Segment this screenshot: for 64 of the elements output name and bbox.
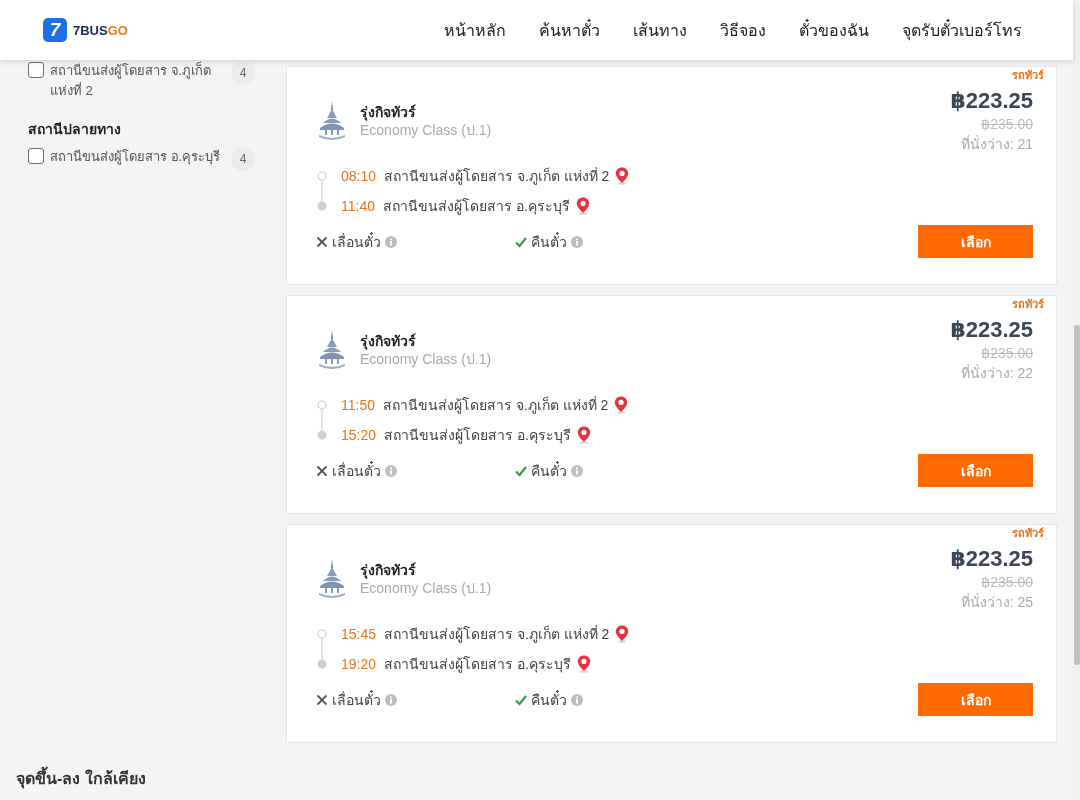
info-icon[interactable] (385, 464, 397, 477)
filter-label: สถานีขนส่งผู้โดยสาร อ.คุระบุรี (50, 148, 222, 167)
stop-time: 15:20 (341, 427, 377, 443)
stop-time: 08:10 (341, 168, 377, 184)
price: ฿223.25 (950, 546, 1033, 572)
station-name: สถานีขนส่งผู้โดยสาร จ.ภูเก็ต แห่งที่ 2 (384, 166, 610, 187)
bus-type-label: รถทัวร์ (1012, 68, 1044, 82)
stop-time: 15:45 (341, 626, 377, 642)
original-price: ฿235.00 (980, 115, 1033, 134)
price: ฿223.25 (950, 317, 1033, 343)
result-count: 4 (231, 147, 255, 171)
bus-type-label: รถทัวร์ (1012, 297, 1044, 311)
policy-label: เลื่อนตั๋ว (332, 460, 381, 481)
policy-label: คืนตั๋ว (531, 460, 567, 481)
nav-link[interactable]: วิธีจอง (720, 17, 766, 43)
seats-available: ที่นั่งว่าง: 21 (959, 134, 1033, 154)
map-pin-icon (614, 396, 629, 414)
nav-link[interactable]: จุดรับตั๋วเบอร์โทร (902, 17, 1022, 43)
seat-class: Economy Class (ป.1) (360, 350, 492, 368)
map-pin-icon (576, 426, 591, 444)
stop-time: 11:50 (341, 397, 375, 413)
seats-available: ที่นั่งว่าง: 22 (959, 363, 1033, 383)
seat-class: Economy Class (ป.1) (360, 579, 492, 597)
info-icon[interactable] (571, 464, 583, 477)
info-icon[interactable] (385, 693, 397, 706)
original-price: ฿235.00 (980, 573, 1033, 592)
station-name: สถานีขนส่งผู้โดยสาร อ.คุระบุรี (384, 426, 571, 446)
price: ฿223.25 (950, 88, 1033, 114)
map-pin-icon (615, 167, 630, 185)
bus-type-label: รถทัวร์ (1012, 526, 1044, 540)
station-name: สถานีขนส่งผู้โดยสาร อ.คุระบุรี (384, 655, 571, 675)
station-name: สถานีขนส่งผู้โดยสาร จ.ภูเก็ต แห่งที่ 2 (383, 395, 609, 416)
info-icon[interactable] (385, 235, 397, 248)
policy-label: คืนตั๋ว (531, 231, 567, 252)
policy-label: คืนตั๋ว (531, 689, 567, 710)
seats-available: ที่นั่งว่าง: 25 (959, 592, 1033, 612)
nav-link[interactable]: ตั๋วของฉัน (799, 17, 869, 43)
map-pin-icon (575, 197, 590, 215)
seat-class: Economy Class (ป.1) (360, 121, 492, 139)
map-pin-icon (576, 655, 591, 673)
filter-group-title: สถานีปลายทาง (28, 120, 122, 139)
operator-name: รุ่งกิจทัวร์ (360, 561, 417, 579)
info-icon[interactable] (571, 235, 583, 248)
checkbox[interactable] (28, 62, 44, 78)
original-price: ฿235.00 (980, 344, 1033, 363)
nav-link[interactable]: เส้นทาง (633, 17, 687, 43)
nav-link[interactable]: หน้าหลัก (444, 17, 506, 43)
stop-time: 19:20 (341, 656, 377, 672)
station-name: สถานีขนส่งผู้โดยสาร อ.คุระบุรี (383, 197, 570, 217)
map-pin-icon (615, 625, 630, 643)
filter-label: สถานีขนส่งผู้โดยสาร จ.ภูเก็ต แห่งที่ 2 (50, 61, 213, 100)
info-icon[interactable] (571, 693, 583, 706)
stop-time: 11:40 (341, 198, 375, 214)
logo-mark[interactable]: 7 (43, 18, 67, 42)
operator-name: รุ่งกิจทัวร์ (360, 103, 417, 121)
logo-wordmark[interactable]: 7BUSGO (73, 22, 128, 38)
policy-label: เลื่อนตั๋ว (332, 689, 381, 710)
policy-label: เลื่อนตั๋ว (332, 231, 381, 252)
result-count: 4 (231, 61, 255, 85)
nav-link[interactable]: ค้นหาตั๋ว (539, 17, 600, 43)
station-name: สถานีขนส่งผู้โดยสาร จ.ภูเก็ต แห่งที่ 2 (384, 624, 610, 645)
checkbox[interactable] (28, 148, 44, 164)
scrollbar-thumb[interactable] (1074, 325, 1080, 665)
operator-name: รุ่งกิจทัวร์ (360, 332, 417, 350)
